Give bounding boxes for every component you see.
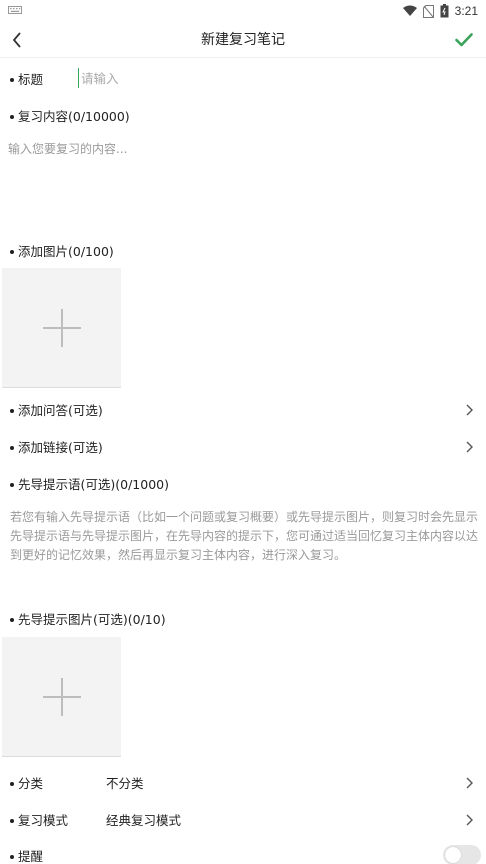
bullet-dot: [10, 781, 14, 786]
keyboard-icon: [8, 6, 22, 14]
bullet-dot: [10, 408, 14, 413]
bullet-dot: [10, 854, 14, 859]
reminder-label: 提醒: [18, 849, 44, 864]
add-image-button[interactable]: [2, 268, 121, 388]
bullet-dot: [10, 77, 14, 82]
bullet-dot: [10, 482, 14, 487]
reminder-toggle[interactable]: [443, 845, 481, 864]
add-link-label: 添加链接(可选): [18, 440, 103, 455]
bullet-dot: [10, 114, 14, 119]
category-label: 分类: [18, 776, 44, 791]
chevron-left-icon: [12, 32, 21, 48]
add-hint-image-button[interactable]: [2, 637, 121, 757]
mode-value[interactable]: 经典复习模式: [106, 810, 181, 829]
mode-label: 复习模式: [18, 813, 69, 828]
hint-label: 先导提示语(可选)(0/1000): [10, 474, 169, 493]
title-label: 标题: [10, 69, 43, 88]
chevron-right-icon[interactable]: [464, 403, 474, 417]
content-textarea[interactable]: [8, 140, 478, 220]
chevron-right-icon[interactable]: [464, 440, 474, 454]
hint-label-text: 先导提示语(可选)(0/1000): [18, 477, 169, 492]
title-label-text: 标题: [18, 72, 44, 87]
mode-row[interactable]: 复习模式: [10, 810, 68, 829]
add-qa-label: 添加问答(可选): [18, 403, 103, 418]
category-value[interactable]: 不分类: [106, 773, 144, 792]
bullet-dot: [10, 249, 14, 254]
plus-icon-vertical: [61, 309, 63, 347]
check-icon: [455, 33, 473, 47]
category-row[interactable]: 分类: [10, 773, 43, 792]
toolbar: 新建复习笔记: [0, 22, 486, 58]
chevron-right-icon[interactable]: [464, 813, 474, 827]
hint-image-label: 先导提示图片(可选)(0/10): [10, 609, 166, 628]
hint-textarea[interactable]: 若您有输入先导提示语（比如一个问题或复习概要）或先导提示图片，则复习时会先显示先…: [10, 508, 480, 565]
add-image-label-text: 添加图片(0/100): [18, 244, 114, 259]
status-bar: 3:21: [0, 0, 486, 22]
reminder-row: 提醒: [10, 846, 43, 864]
back-button[interactable]: [6, 28, 28, 52]
chevron-right-icon[interactable]: [464, 776, 474, 790]
add-qa-row[interactable]: 添加问答(可选): [10, 400, 103, 419]
battery-icon: [440, 4, 449, 18]
status-time: 3:21: [454, 4, 478, 18]
content-label-text: 复习内容(0/10000): [18, 109, 130, 124]
bullet-dot: [10, 818, 14, 823]
save-button[interactable]: [452, 28, 476, 52]
title-input[interactable]: [78, 68, 458, 88]
wifi-icon: [402, 5, 417, 16]
toggle-knob: [445, 847, 461, 863]
bullet-dot: [10, 617, 14, 622]
add-link-row[interactable]: 添加链接(可选): [10, 437, 103, 456]
add-image-label: 添加图片(0/100): [10, 241, 114, 260]
plus-icon-vertical: [61, 678, 63, 716]
page-title: 新建复习笔记: [201, 32, 285, 48]
content-label: 复习内容(0/10000): [10, 106, 130, 125]
hint-image-label-text: 先导提示图片(可选)(0/10): [18, 612, 166, 627]
bullet-dot: [10, 445, 14, 450]
no-sim-icon: [422, 4, 434, 18]
